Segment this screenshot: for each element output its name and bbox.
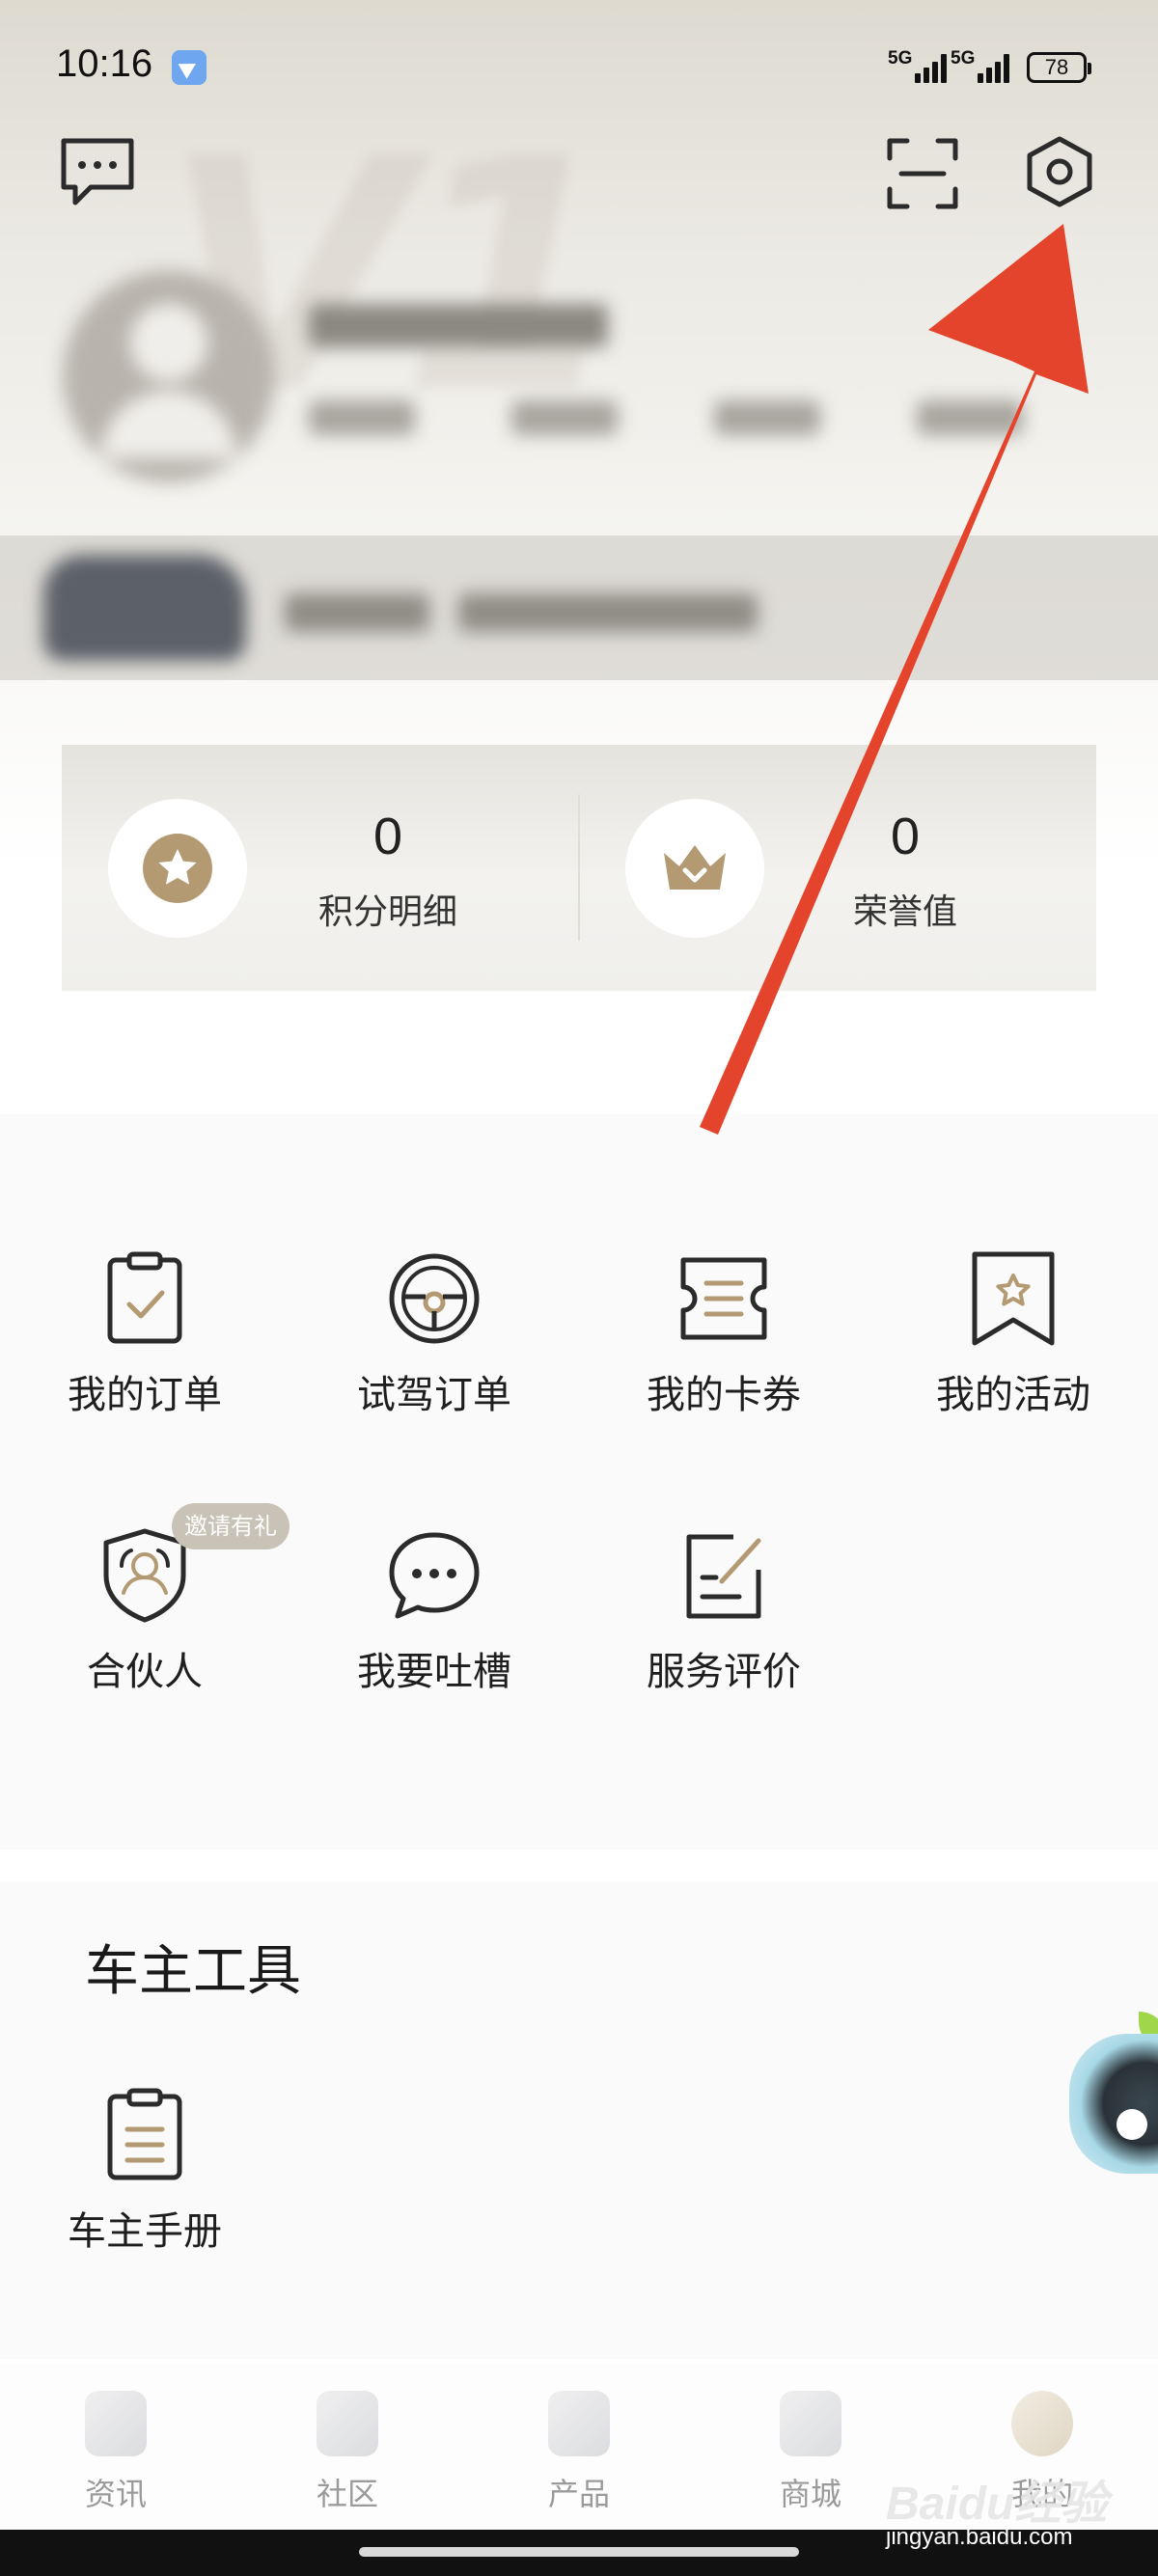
services-grid [0, 1114, 1158, 1850]
section-title: 车主工具 [85, 1940, 301, 2003]
baidu-watermark-logo: Baidu经验 [886, 2479, 1108, 2530]
profile-stat-blurred [714, 400, 820, 435]
honor-button[interactable] [625, 799, 764, 938]
crown-icon [664, 845, 726, 890]
honor-value: 0 [890, 808, 921, 865]
invite-badge: 邀请有礼 [172, 1503, 290, 1549]
community-icon [317, 2391, 378, 2456]
grid-item-label: 我的卡券 [647, 1373, 801, 1417]
car-detail-blurred [458, 593, 758, 632]
watermark-url: jingyan.baidu.com [886, 2524, 1073, 2550]
assistant-eye [1117, 2109, 1147, 2140]
nav-label: 商城 [779, 2476, 841, 2512]
scan-icon[interactable] [886, 137, 959, 210]
grid-item-label: 我的订单 [68, 1373, 222, 1417]
news-icon [85, 2391, 147, 2456]
nav-label: 产品 [547, 2476, 610, 2512]
grid-item-label: 我要吐槽 [357, 1650, 511, 1694]
location-app-icon [172, 50, 207, 85]
network-label: 5G [888, 48, 913, 69]
edit-note-icon [686, 1534, 761, 1619]
clipboard-check-icon [107, 1251, 182, 1344]
network-label: 5G [951, 48, 976, 69]
battery-icon: 78 [1027, 52, 1091, 83]
signal-icon: 5G [888, 48, 960, 87]
car-model-blurred [285, 593, 429, 632]
message-icon[interactable] [58, 135, 137, 208]
coupon-icon [680, 1257, 767, 1340]
settings-icon[interactable] [1025, 135, 1094, 208]
username-blurred [309, 304, 608, 347]
product-icon [548, 2391, 610, 2456]
steering-wheel-icon [389, 1253, 480, 1344]
status-time: 10:16 [56, 42, 153, 85]
grid-item-label: 车主手册 [68, 2209, 222, 2254]
avatar[interactable] [63, 270, 275, 482]
points-value: 0 [372, 808, 403, 865]
mall-icon [780, 2391, 841, 2456]
profile-stat-blurred [309, 400, 415, 435]
home-indicator[interactable] [359, 2547, 799, 2557]
manual-icon [107, 2088, 182, 2180]
star-badge-icon [143, 834, 212, 903]
profile-stat-blurred [917, 400, 1023, 435]
bookmark-star-icon [972, 1251, 1055, 1346]
grid-item-label: 服务评价 [647, 1650, 801, 1694]
assistant-robot[interactable] [1069, 2034, 1158, 2174]
nav-label: 社区 [316, 2476, 378, 2512]
honor-label[interactable]: 荣誉值 [809, 884, 1002, 934]
divider [578, 794, 580, 941]
signal-icon: 5G [951, 48, 1023, 87]
profile-stat-blurred [511, 400, 618, 435]
profile-icon [1011, 2391, 1073, 2456]
grid-item-label: 试驾订单 [357, 1373, 511, 1417]
points-button[interactable] [108, 799, 247, 938]
car-image [43, 555, 246, 661]
grid-item-label: 合伙人 [87, 1650, 203, 1694]
nav-label: 资讯 [84, 2476, 147, 2512]
points-label[interactable]: 积分明细 [291, 884, 484, 934]
chat-bubble-icon [389, 1532, 480, 1619]
grid-item-label: 我的活动 [936, 1373, 1090, 1417]
